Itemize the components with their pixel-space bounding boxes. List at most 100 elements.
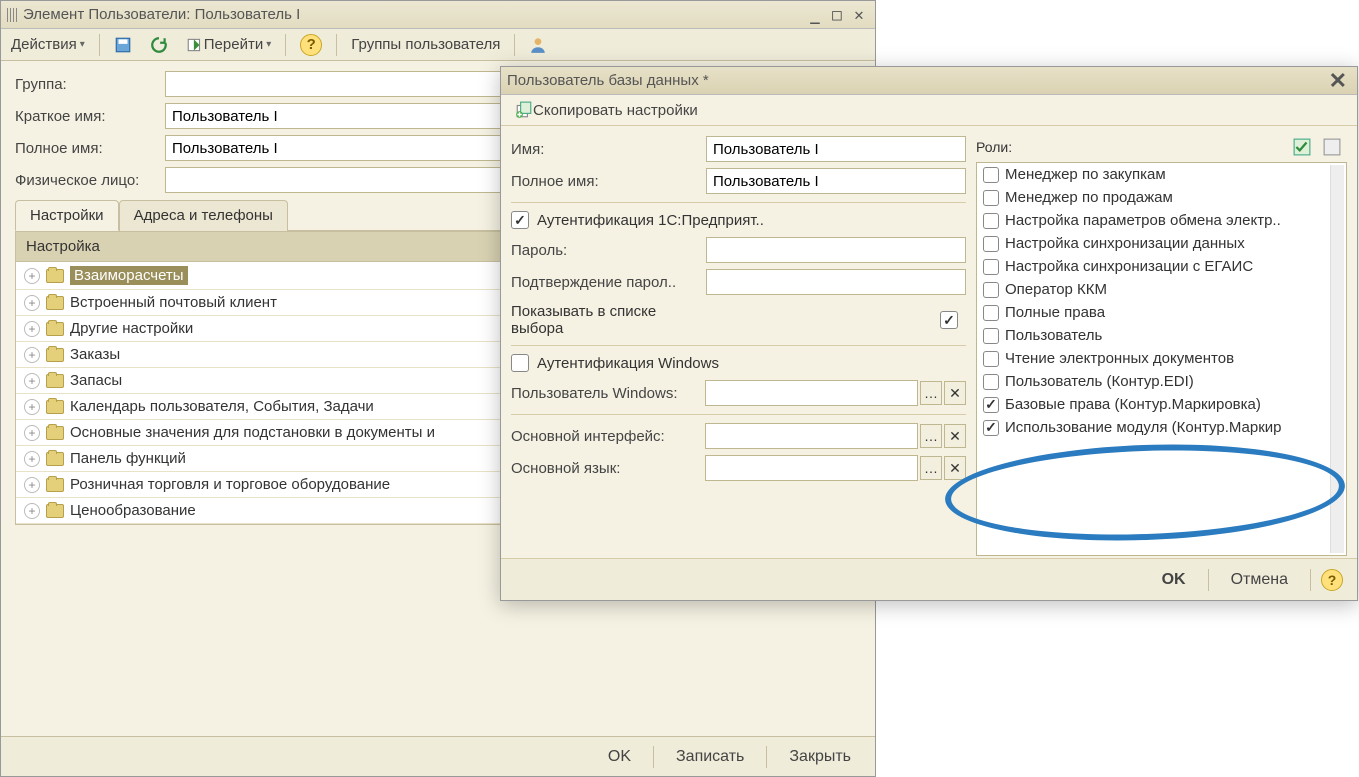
role-item[interactable]: Менеджер по продажам (977, 186, 1346, 209)
role-label: Настройка синхронизации с ЕГАИС (1005, 258, 1253, 275)
auth-win-checkbox[interactable] (511, 354, 529, 372)
save-icon-button[interactable] (108, 34, 138, 56)
close-form-button[interactable]: Закрыть (777, 744, 863, 770)
main-titlebar: Элемент Пользователи: Пользователь I _ □… (1, 1, 875, 29)
main-iface-input[interactable] (705, 423, 918, 449)
db-toolbar: Скопировать настройки (501, 95, 1357, 126)
folder-icon (46, 348, 64, 362)
settings-item-label: Запасы (70, 372, 122, 389)
auth-win-row[interactable]: Аутентификация Windows (511, 354, 966, 372)
db-fullname-label: Полное имя: (511, 173, 706, 190)
roles-list[interactable]: Менеджер по закупкам Менеджер по продажа… (976, 162, 1347, 556)
select-all-roles-button[interactable] (1287, 136, 1317, 158)
db-name-input[interactable] (706, 136, 966, 162)
role-label: Настройка синхронизации данных (1005, 235, 1245, 252)
close-button[interactable]: ✕ (849, 6, 869, 24)
db-help-button[interactable]: ? (1321, 569, 1343, 591)
main-lang-select-button[interactable]: … (920, 456, 942, 480)
grip-icon (7, 8, 17, 22)
role-item[interactable]: Настройка синхронизации данных (977, 232, 1346, 255)
expand-icon[interactable]: + (24, 295, 40, 311)
minimize-button[interactable]: _ (805, 6, 825, 24)
role-checkbox[interactable] (983, 305, 999, 321)
role-item[interactable]: Чтение электронных документов (977, 347, 1346, 370)
role-item[interactable]: Оператор ККМ (977, 278, 1346, 301)
tab-settings[interactable]: Настройки (15, 200, 119, 231)
copy-settings-button[interactable]: Скопировать настройки (509, 99, 704, 121)
goto-label: Перейти (204, 36, 263, 53)
expand-icon[interactable]: + (24, 399, 40, 415)
save-icon (114, 36, 132, 54)
expand-icon[interactable]: + (24, 347, 40, 363)
uncheck-all-icon (1323, 138, 1341, 156)
main-lang-input[interactable] (705, 455, 918, 481)
role-label: Настройка параметров обмена электр.. (1005, 212, 1281, 229)
role-checkbox[interactable] (983, 236, 999, 252)
role-item[interactable]: Базовые права (Контур.Маркировка) (977, 393, 1346, 416)
password-confirm-input[interactable] (706, 269, 966, 295)
folder-icon (46, 478, 64, 492)
copy-settings-label: Скопировать настройки (533, 102, 698, 119)
role-label: Менеджер по закупкам (1005, 166, 1166, 183)
settings-item-label: Встроенный почтовый клиент (70, 294, 277, 311)
expand-icon[interactable]: + (24, 503, 40, 519)
expand-icon[interactable]: + (24, 268, 40, 284)
main-iface-select-button[interactable]: … (920, 424, 942, 448)
expand-icon[interactable]: + (24, 373, 40, 389)
password-input[interactable] (706, 237, 966, 263)
user-icon-button[interactable] (523, 34, 553, 56)
user-groups-label: Группы пользователя (351, 36, 500, 53)
tab-addresses[interactable]: Адреса и телефоны (119, 200, 288, 231)
role-checkbox[interactable] (983, 259, 999, 275)
auth-1c-label: Аутентификация 1С:Предприят.. (537, 212, 764, 229)
role-item[interactable]: Пользователь (977, 324, 1346, 347)
role-checkbox[interactable] (983, 374, 999, 390)
expand-icon[interactable]: + (24, 451, 40, 467)
role-checkbox[interactable] (983, 420, 999, 436)
show-in-list-row[interactable]: Показывать в списке выбора (511, 303, 966, 337)
refresh-icon-button[interactable] (144, 34, 174, 56)
help-button[interactable]: ? (294, 32, 328, 58)
db-close-button[interactable]: ✕ (1325, 68, 1351, 94)
copy-icon (515, 101, 533, 119)
db-cancel-button[interactable]: Отмена (1219, 567, 1300, 593)
main-iface-clear-button[interactable]: ✕ (944, 424, 966, 448)
role-item[interactable]: Полные права (977, 301, 1346, 324)
role-item[interactable]: Менеджер по закупкам (977, 163, 1346, 186)
role-item[interactable]: Настройка синхронизации с ЕГАИС (977, 255, 1346, 278)
role-checkbox[interactable] (983, 397, 999, 413)
db-ok-button[interactable]: OK (1150, 567, 1198, 593)
write-button[interactable]: Записать (664, 744, 756, 770)
expand-icon[interactable]: + (24, 321, 40, 337)
role-checkbox[interactable] (983, 213, 999, 229)
settings-item-label: Панель функций (70, 450, 186, 467)
show-in-list-checkbox[interactable] (940, 311, 958, 329)
auth-1c-checkbox[interactable] (511, 211, 529, 229)
win-user-select-button[interactable]: … (920, 381, 942, 405)
goto-menu[interactable]: Перейти ▾ (180, 34, 277, 56)
actions-menu[interactable]: Действия ▾ (5, 34, 91, 55)
scrollbar[interactable] (1330, 165, 1344, 553)
win-user-clear-button[interactable]: ✕ (944, 381, 966, 405)
ok-button[interactable]: OK (596, 744, 643, 770)
role-item[interactable]: Настройка параметров обмена электр.. (977, 209, 1346, 232)
main-toolbar: Действия ▾ Перейти ▾ ? Группы пользовате… (1, 29, 875, 61)
role-item[interactable]: Использование модуля (Контур.Маркир (977, 416, 1346, 439)
role-checkbox[interactable] (983, 282, 999, 298)
role-checkbox[interactable] (983, 328, 999, 344)
win-user-input (705, 380, 918, 406)
auth-1c-row[interactable]: Аутентификация 1С:Предприят.. (511, 211, 966, 229)
user-groups-button[interactable]: Группы пользователя (345, 34, 506, 55)
role-checkbox[interactable] (983, 351, 999, 367)
role-item[interactable]: Пользователь (Контур.EDI) (977, 370, 1346, 393)
main-lang-clear-button[interactable]: ✕ (944, 456, 966, 480)
role-checkbox[interactable] (983, 167, 999, 183)
deselect-all-roles-button[interactable] (1317, 136, 1347, 158)
expand-icon[interactable]: + (24, 477, 40, 493)
role-checkbox[interactable] (983, 190, 999, 206)
maximize-button[interactable]: □ (827, 6, 847, 24)
expand-icon[interactable]: + (24, 425, 40, 441)
role-label: Оператор ККМ (1005, 281, 1107, 298)
db-fullname-input[interactable] (706, 168, 966, 194)
role-label: Чтение электронных документов (1005, 350, 1234, 367)
